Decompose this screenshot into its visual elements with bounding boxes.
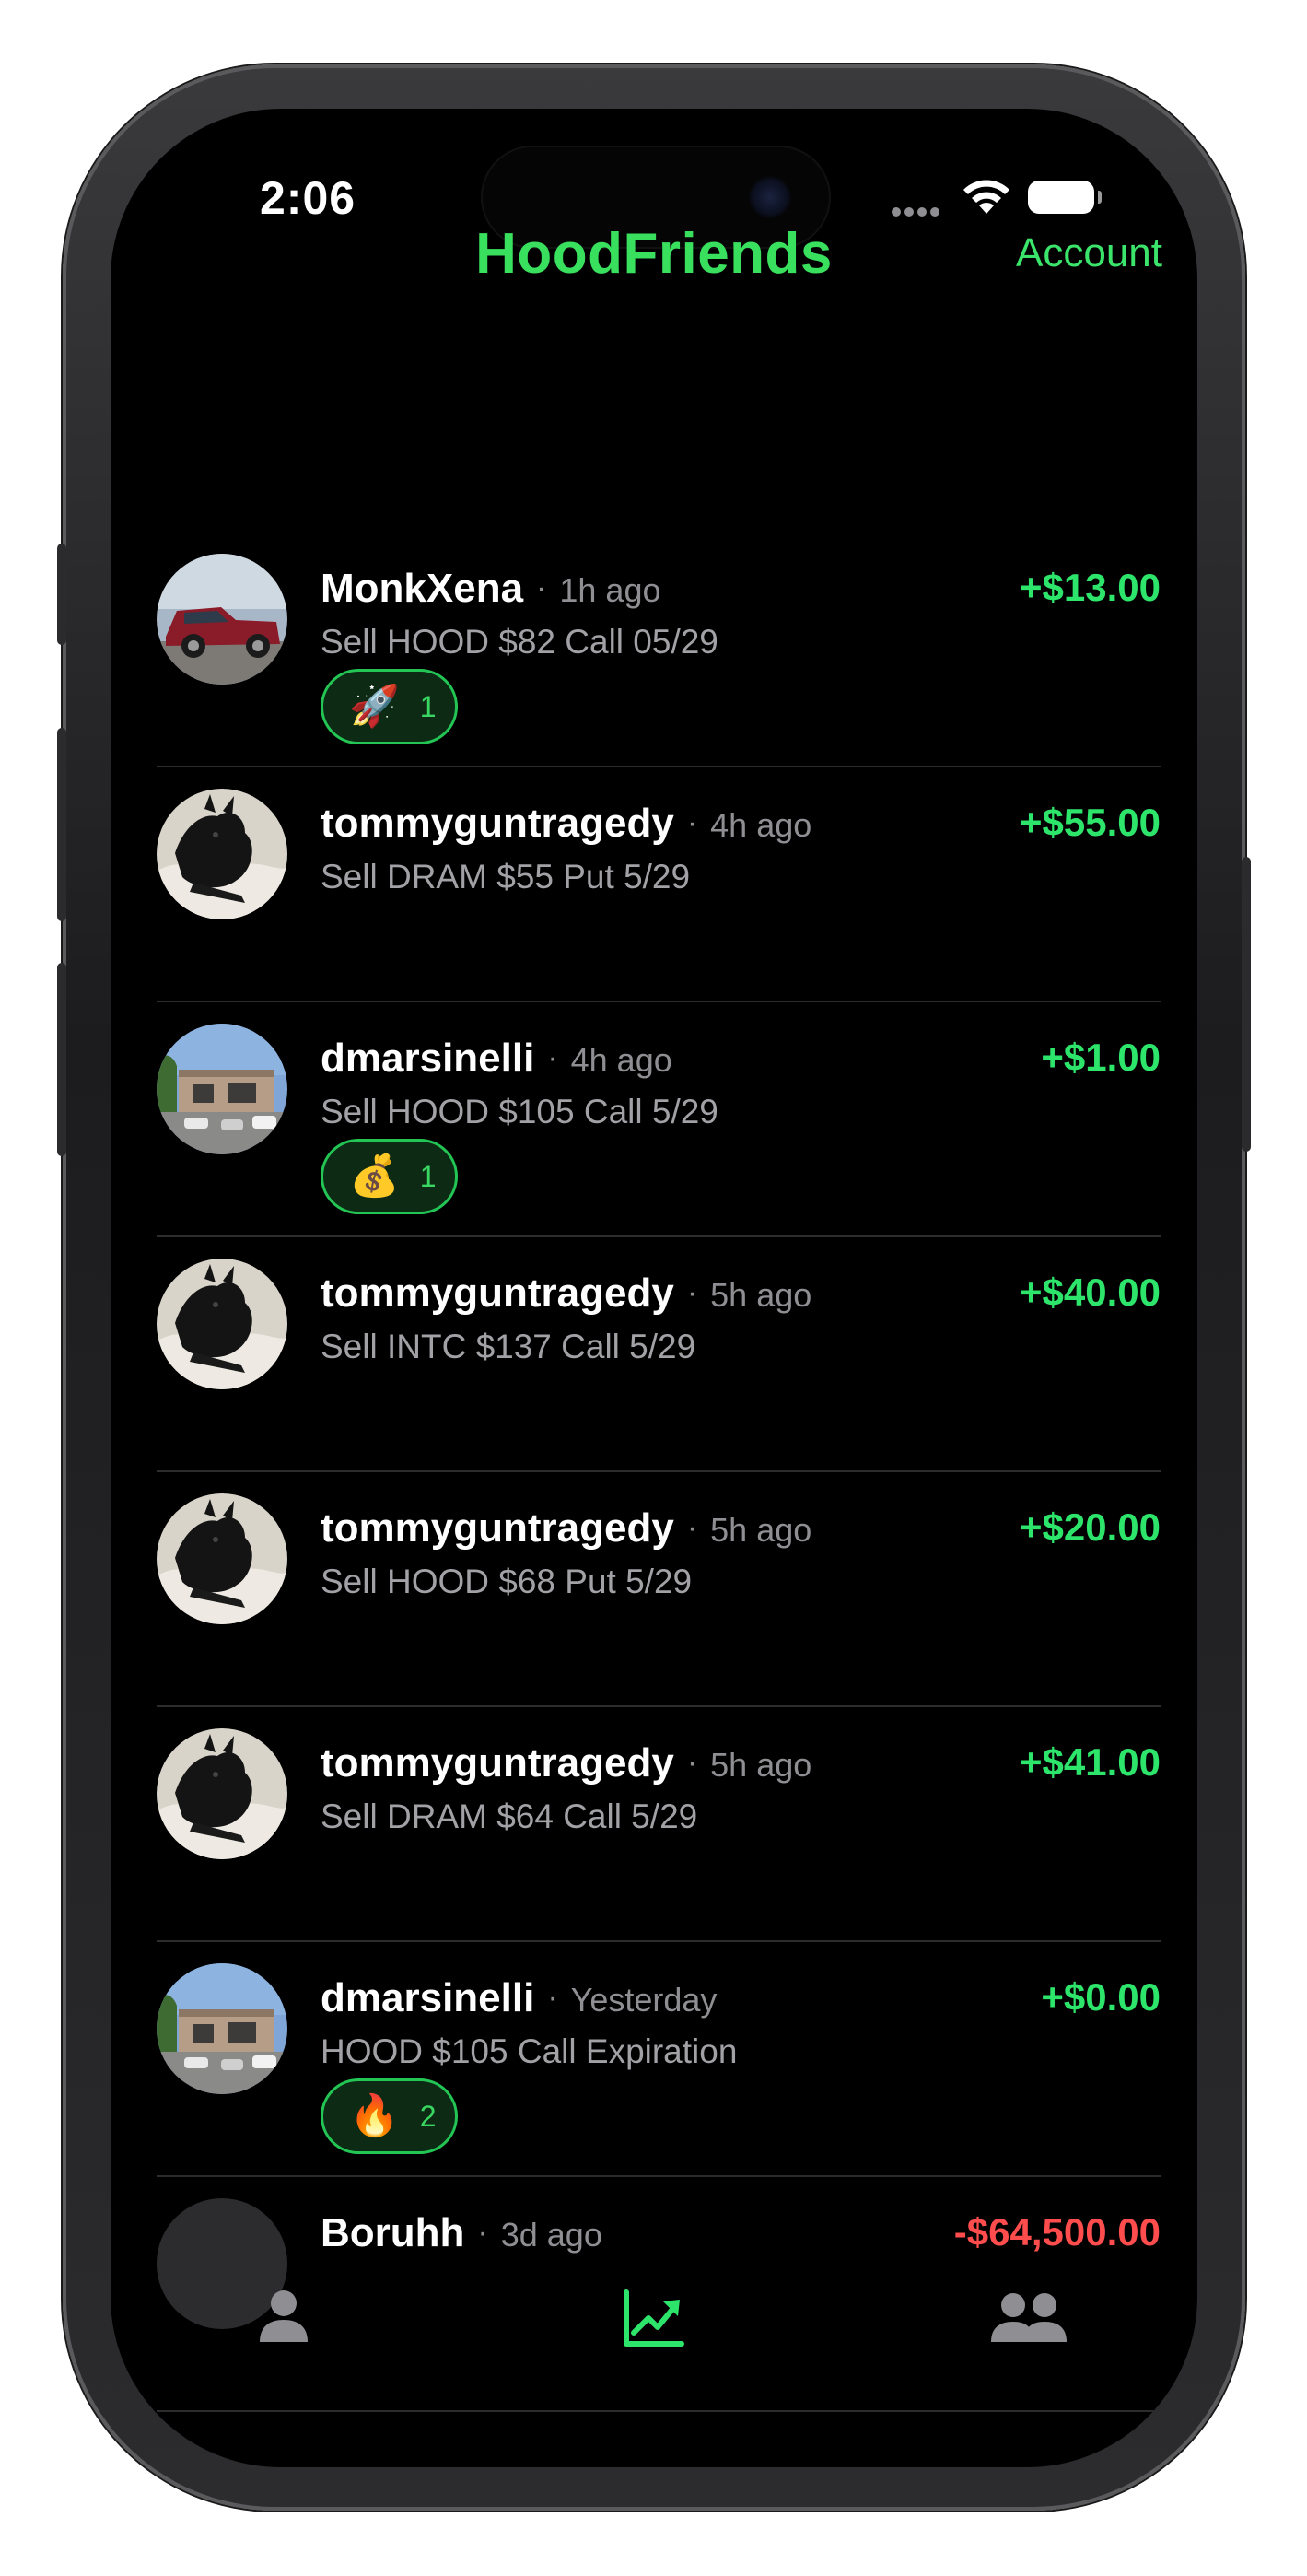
people-icon	[991, 2293, 1067, 2342]
username[interactable]: dmarsinelli	[321, 1036, 534, 1081]
reaction-count: 1	[419, 1159, 437, 1193]
timestamp: Yesterday	[570, 1981, 718, 2019]
rocket-icon: 🚀	[349, 684, 400, 729]
volume-up-button	[57, 728, 66, 921]
reaction-button[interactable]: 💰 1	[321, 1139, 458, 1214]
trade-description: Sell DRAM $55 Put 5/29	[321, 858, 691, 896]
timestamp: 4h ago	[570, 1041, 672, 1079]
trade-description: Sell HOOD $105 Call 5/29	[321, 1093, 718, 1130]
username[interactable]: tommyguntragedy	[321, 801, 674, 846]
avatar[interactable]	[157, 789, 287, 919]
trade-description: Sell HOOD $68 Put 5/29	[321, 1563, 693, 1600]
avatar[interactable]	[157, 1024, 287, 1154]
fire-icon: 🔥	[349, 2093, 400, 2138]
tab-profile[interactable]	[247, 2283, 321, 2357]
trade-description: Sell INTC $137 Call 5/29	[321, 1328, 696, 1365]
username[interactable]: MonkXena	[321, 566, 523, 611]
timestamp: 5h ago	[710, 1511, 812, 1549]
feed-item-header: tommyguntragedy · 5h ago	[321, 1505, 811, 1551]
pnl-amount: +$0.00	[1041, 1975, 1161, 2019]
timestamp: 3d ago	[500, 2216, 602, 2254]
pnl-amount: -$64,500.00	[953, 2210, 1161, 2254]
username[interactable]: tommyguntragedy	[321, 1740, 674, 1786]
separator-dot: ·	[686, 1510, 698, 1545]
avatar[interactable]	[157, 1963, 287, 2094]
separator-dot: ·	[686, 805, 698, 840]
username[interactable]: Boruhh	[321, 2210, 464, 2255]
feed-item-header: tommyguntragedy · 5h ago	[321, 1740, 811, 1786]
cellular-signal-icon	[892, 205, 949, 217]
feed-item[interactable]: dmarsinelli · Yesterday HOOD $105 Call Expi…	[157, 1942, 1161, 2177]
feed-item[interactable]: tommyguntragedy · 4h ago Sell DRAM $55 Put …	[157, 767, 1161, 1002]
timestamp: 5h ago	[710, 1276, 812, 1314]
chart-trend-icon	[624, 2289, 684, 2347]
trade-description: Sell HOOD $82 Call 05/29	[321, 623, 718, 661]
feed-item[interactable]: MonkXena · 1h ago Sell HOOD $82 Call 05/29 +…	[157, 533, 1161, 767]
separator-dot: ·	[686, 1745, 698, 1780]
timestamp: 5h ago	[710, 1746, 812, 1784]
activity-feed: MonkXena · 1h ago Sell HOOD $82 Call 05/29 +…	[157, 533, 1161, 2412]
separator-dot: ·	[547, 1980, 558, 2015]
volume-down-button	[57, 963, 66, 1156]
battery-icon	[1028, 181, 1102, 214]
separator-dot: ·	[686, 1275, 698, 1310]
pnl-amount: +$41.00	[1020, 1740, 1161, 1784]
feed-item[interactable]: tommyguntragedy · 5h ago Sell DRAM $64 Call…	[157, 1707, 1161, 1942]
trade-description: HOOD $105 Call Expiration	[321, 2032, 738, 2070]
timestamp: 4h ago	[710, 806, 812, 844]
money-bag-icon: 💰	[349, 1153, 400, 1199]
action-button	[57, 544, 66, 645]
timestamp: 1h ago	[559, 571, 661, 609]
pnl-amount: +$13.00	[1020, 566, 1161, 609]
avatar[interactable]	[157, 1493, 287, 1624]
avatar[interactable]	[157, 1259, 287, 1389]
reaction-button[interactable]: 🔥 2	[321, 2078, 458, 2154]
separator-dot: ·	[477, 2215, 488, 2250]
trade-description: Sell DRAM $64 Call 5/29	[321, 1797, 698, 1835]
pnl-amount: +$40.00	[1020, 1270, 1161, 1314]
avatar[interactable]	[157, 1728, 287, 1859]
feed-item-header: tommyguntragedy · 5h ago	[321, 1270, 811, 1317]
reaction-count: 1	[419, 689, 437, 723]
account-button[interactable]: Account	[1016, 230, 1162, 276]
person-icon	[260, 2290, 308, 2342]
feed-item[interactable]: tommyguntragedy · 5h ago Sell HOOD $68 Put …	[157, 1472, 1161, 1707]
reaction-button[interactable]: 🚀 1	[321, 669, 458, 744]
camera-lens-icon	[748, 175, 792, 219]
wifi-icon	[960, 177, 1013, 222]
pnl-amount: +$55.00	[1020, 801, 1161, 844]
feed-item-header: dmarsinelli · 4h ago	[321, 1036, 672, 1082]
app-screen: 2:06 HoodFriends Account MonkXena · 1h ago…	[111, 109, 1197, 2467]
pnl-amount: +$20.00	[1020, 1505, 1161, 1549]
pnl-amount: +$1.00	[1041, 1036, 1161, 1079]
tab-bar	[111, 2265, 1197, 2375]
feed-item-header: Boruhh · 3d ago	[321, 2210, 602, 2256]
avatar[interactable]	[157, 554, 287, 685]
power-button	[1242, 857, 1251, 1152]
feed-item-header: MonkXena · 1h ago	[321, 566, 660, 612]
username[interactable]: tommyguntragedy	[321, 1505, 674, 1551]
feed-item-header: dmarsinelli · Yesterday	[321, 1975, 717, 2021]
username[interactable]: dmarsinelli	[321, 1975, 534, 2020]
feed-item[interactable]: dmarsinelli · 4h ago Sell HOOD $105 Call 5/…	[157, 1002, 1161, 1237]
username[interactable]: tommyguntragedy	[321, 1270, 674, 1316]
tab-feed[interactable]	[617, 2283, 691, 2357]
reaction-count: 2	[419, 2099, 437, 2133]
status-time: 2:06	[260, 172, 356, 224]
feed-item-header: tommyguntragedy · 4h ago	[321, 801, 811, 847]
separator-dot: ·	[536, 570, 547, 605]
feed-item[interactable]: tommyguntragedy · 5h ago Sell INTC $137 Cal…	[157, 1237, 1161, 1472]
separator-dot: ·	[547, 1040, 558, 1075]
tab-friends[interactable]	[987, 2283, 1070, 2357]
